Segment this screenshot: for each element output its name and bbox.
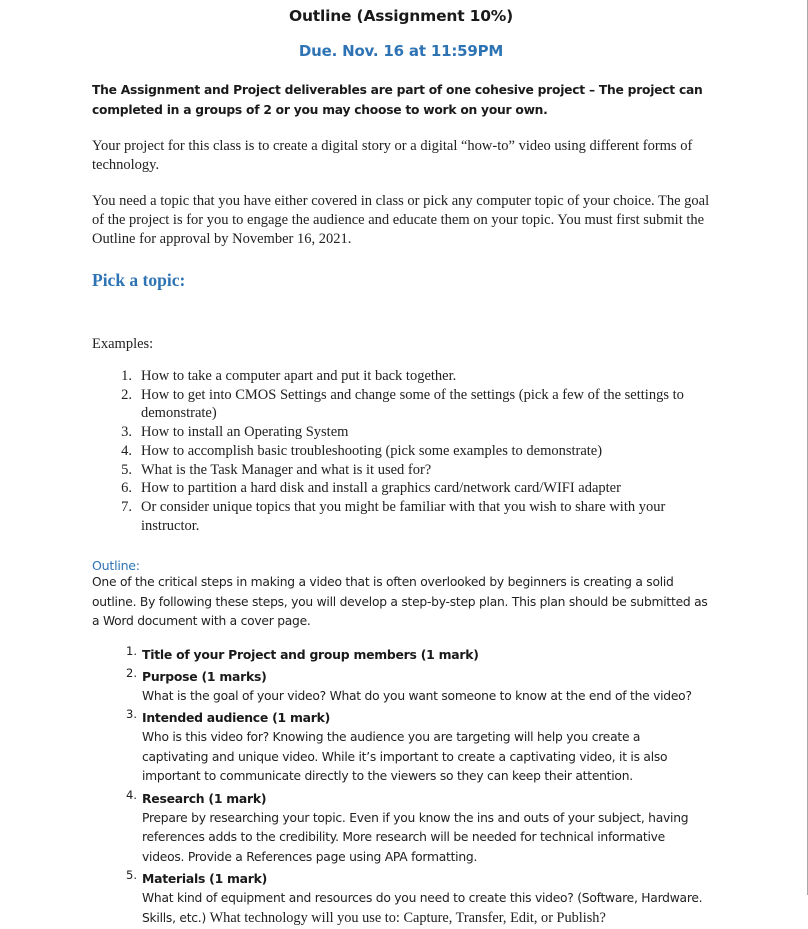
list-item-title: Research (1 mark)	[142, 790, 267, 806]
list-item-description: Who is this video for? Knowing the audie…	[142, 730, 668, 784]
list-item-number: 2.	[121, 386, 132, 403]
outline-items-list: 1. Title of your Project and group membe…	[92, 644, 710, 929]
list-item: 6. How to partition a hard disk and inst…	[92, 479, 710, 498]
list-item-number: 5.	[121, 461, 132, 478]
page-title: Outline (Assignment 10%)	[288, 7, 514, 25]
list-item-number: 5.	[126, 868, 137, 883]
list-item-number: 1.	[121, 368, 132, 384]
document-page: Outline (Assignment 10%) Due. Nov. 16 at…	[0, 0, 808, 926]
project-description-paragraph: Your project for this class is to create…	[92, 138, 693, 173]
list-item-number: 4.	[126, 787, 137, 802]
list-item: 1. How to take a computer apart and put …	[92, 367, 710, 386]
list-item: 3. Intended audience (1 mark) Who is thi…	[92, 707, 710, 787]
outline-heading: Outline:	[92, 558, 140, 574]
list-item: 5. What is the Task Manager and what is …	[92, 461, 710, 480]
list-item: 5. Materials (1 mark) What kind of equip…	[92, 868, 710, 928]
list-item: 3. How to install an Operating System	[92, 423, 710, 442]
list-item-text: How to get into CMOS Settings and change…	[141, 386, 684, 422]
list-item-description: What kind of equipment and resources do …	[142, 889, 710, 928]
list-item-number: 6.	[121, 480, 132, 497]
list-item-number: 7.	[121, 498, 132, 515]
list-item-text: What is the Task Manager and what is it …	[141, 461, 432, 478]
list-item-title: Purpose (1 marks)	[142, 668, 267, 684]
examples-label: Examples:	[92, 336, 154, 352]
list-item-description-serif: What technology will you use to: Capture…	[209, 909, 606, 926]
examples-list: 1. How to take a computer apart and put …	[92, 367, 710, 535]
document-content: Outline (Assignment 10%) Due. Nov. 16 at…	[92, 0, 710, 929]
list-item: 4. Research (1 mark) Prepare by research…	[92, 788, 710, 868]
list-item-text: How to partition a hard disk and install…	[141, 480, 621, 497]
list-item-description: What is the goal of your video? What do …	[142, 688, 692, 703]
list-item-description: Prepare by researching your topic. Even …	[142, 810, 689, 864]
list-item-title: Title of your Project and group members …	[142, 646, 479, 662]
topic-requirements-paragraph: You need a topic that you have either co…	[92, 193, 710, 247]
list-item-text: How to install an Operating System	[141, 424, 349, 441]
intro-bold-paragraph: The Assignment and Project deliverables …	[92, 83, 703, 117]
list-item-title: Materials (1 mark)	[142, 871, 268, 887]
list-item-text: Or consider unique topics that you might…	[141, 498, 666, 534]
list-item: 2. Purpose (1 marks) What is the goal of…	[92, 666, 710, 707]
list-item-number: 3.	[126, 707, 137, 722]
list-item-number: 3.	[121, 424, 132, 441]
due-date-heading: Due. Nov. 16 at 11:59PM	[298, 42, 504, 60]
list-item-text: How to take a computer apart and put it …	[141, 368, 457, 384]
list-item-number: 4.	[121, 442, 132, 459]
list-item-number: 1.	[126, 643, 137, 658]
list-item: 4. How to accomplish basic troubleshooti…	[92, 442, 710, 461]
outline-intro-paragraph: One of the critical steps in making a vi…	[92, 575, 708, 629]
list-item: 1. Title of your Project and group membe…	[92, 644, 710, 665]
pick-a-topic-heading: Pick a topic:	[92, 270, 186, 290]
list-item-title: Intended audience (1 mark)	[142, 710, 331, 726]
list-item-text: How to accomplish basic troubleshooting …	[141, 442, 603, 459]
list-item-number: 2.	[126, 665, 137, 680]
list-item: 7. Or consider unique topics that you mi…	[92, 498, 710, 535]
list-item: 2. How to get into CMOS Settings and cha…	[92, 386, 710, 423]
